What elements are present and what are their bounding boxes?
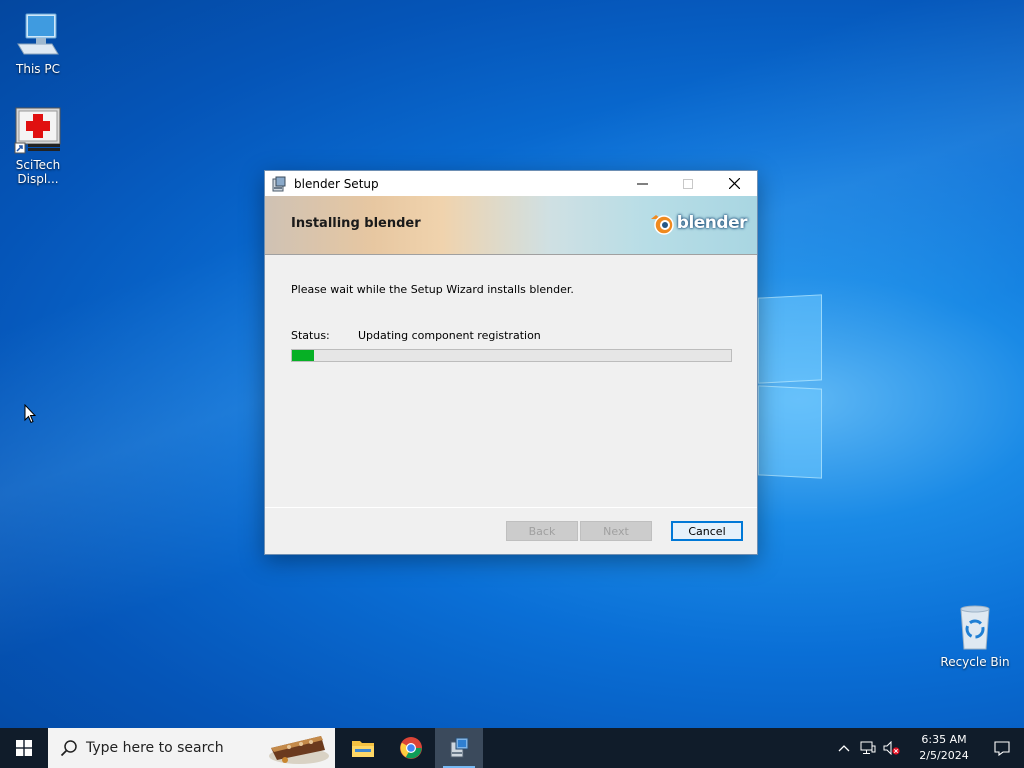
blender-logo-text: blender — [676, 213, 748, 233]
maximize-icon — [683, 178, 693, 189]
windows-start-icon — [16, 740, 32, 756]
close-icon — [728, 178, 740, 189]
tray-volume[interactable] — [880, 728, 904, 768]
next-button[interactable]: Next — [580, 521, 652, 541]
progress-fill — [292, 350, 314, 361]
minimize-button[interactable] — [619, 171, 665, 196]
search-highlight-pie-icon — [265, 730, 329, 768]
mouse-cursor-icon — [24, 403, 37, 427]
search-icon — [60, 739, 78, 757]
clock-date: 2/5/2024 — [919, 749, 969, 762]
installer-taskbar-icon — [450, 737, 469, 758]
install-progress-bar — [291, 349, 732, 362]
blender-logo-icon — [650, 215, 674, 235]
maximize-button — [665, 171, 711, 196]
back-button[interactable]: Back — [506, 521, 578, 541]
status-value: Updating component registration — [358, 329, 541, 342]
minimize-icon — [636, 183, 648, 185]
computer-icon — [14, 10, 62, 58]
chrome-icon — [400, 737, 422, 759]
tray-network[interactable] — [856, 728, 880, 768]
close-button[interactable] — [711, 171, 757, 196]
cancel-button[interactable]: Cancel — [671, 521, 743, 541]
network-icon — [860, 741, 876, 754]
button-separator — [265, 507, 757, 508]
banner-heading: Installing blender — [291, 216, 421, 231]
desktop-icon-label: This PC — [16, 62, 60, 76]
scitech-display-icon — [14, 106, 62, 154]
desktop-icon-scitech-display[interactable]: SciTech Displ... — [0, 106, 76, 186]
system-tray: 6:35 AM 2/5/2024 — [832, 728, 1024, 768]
installer-app-icon — [271, 176, 287, 192]
install-description: Please wait while the Setup Wizard insta… — [291, 283, 574, 296]
dialog-title: blender Setup — [294, 176, 379, 191]
action-center-button[interactable] — [980, 728, 1024, 768]
taskbar-installer[interactable] — [435, 728, 483, 768]
notification-icon — [994, 740, 1010, 756]
desktop-icon-label: SciTech Displ... — [15, 158, 61, 186]
chevron-up-icon — [838, 745, 850, 752]
blender-logo: blender — [649, 211, 748, 235]
recycle-bin-icon — [951, 603, 999, 651]
installer-dialog: blender Setup Installing blender blender… — [264, 170, 758, 555]
search-placeholder: Type here to search — [86, 740, 224, 756]
dialog-banner: Installing blender blender — [265, 196, 757, 255]
dialog-titlebar[interactable]: blender Setup — [265, 171, 757, 196]
status-label: Status: — [291, 329, 330, 342]
taskbar-chrome[interactable] — [387, 728, 435, 768]
desktop-icon-label: Recycle Bin — [940, 655, 1010, 669]
tray-overflow-button[interactable] — [832, 728, 856, 768]
status-row: Status: Updating component registration — [291, 329, 541, 342]
taskbar-clock[interactable]: 6:35 AM 2/5/2024 — [908, 732, 980, 764]
clock-time: 6:35 AM — [921, 733, 967, 746]
taskbar-file-explorer[interactable] — [339, 728, 387, 768]
folder-icon — [352, 741, 374, 757]
taskbar: Type here to search 6:35 AM 2/5/2024 — [0, 728, 1024, 768]
desktop-icon-recycle-bin[interactable]: Recycle Bin — [937, 603, 1013, 669]
start-button[interactable] — [0, 728, 48, 768]
taskbar-search-box[interactable]: Type here to search — [48, 728, 335, 768]
desktop-icon-this-pc[interactable]: This PC — [0, 10, 76, 76]
volume-muted-icon — [883, 741, 900, 755]
